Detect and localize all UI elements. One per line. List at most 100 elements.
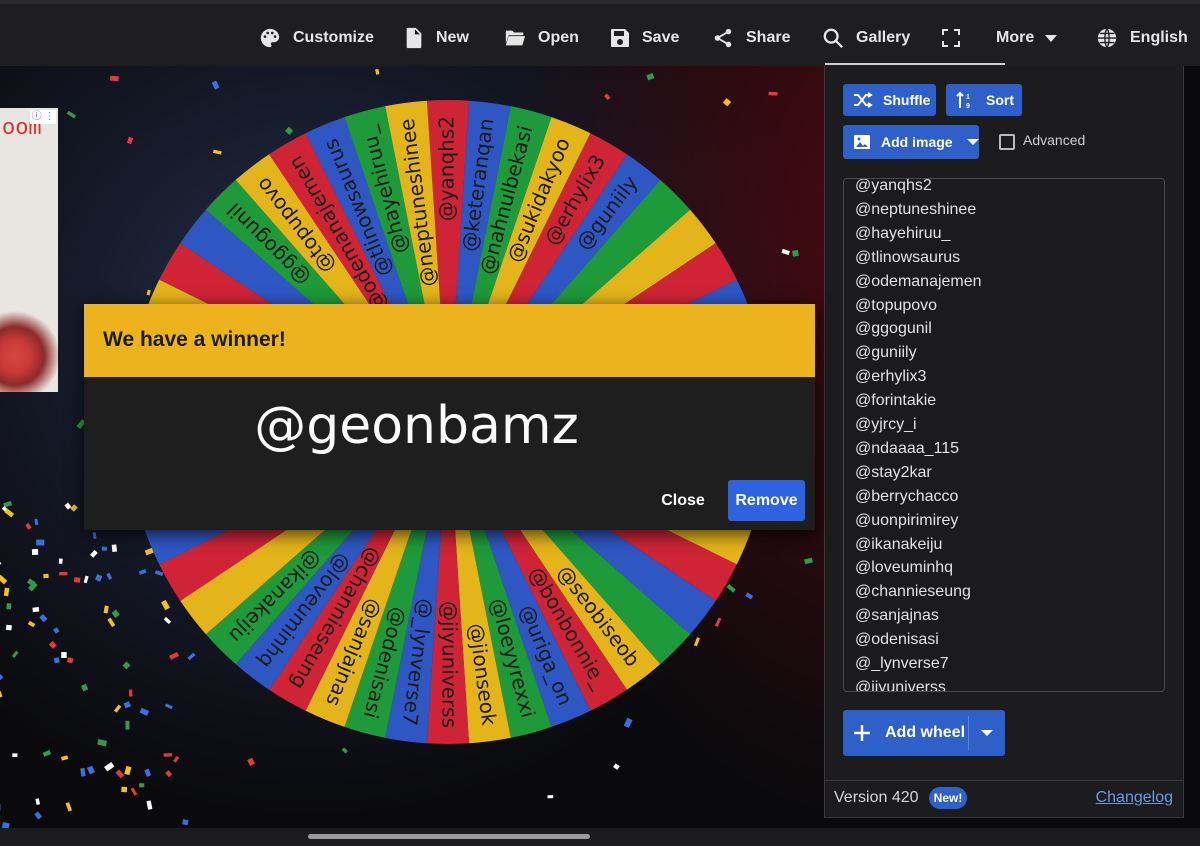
fullscreen-button[interactable] [942, 18, 960, 58]
confetti-piece [34, 811, 43, 820]
more-button[interactable]: More [996, 18, 1058, 58]
confetti-piece [97, 739, 108, 747]
confetti-piece [161, 599, 170, 611]
confetti-piece [31, 548, 39, 556]
open-button[interactable]: Open [504, 18, 579, 58]
confetti-piece [714, 617, 722, 627]
entry-line: @hayehiruu_ [855, 224, 951, 242]
entry-line: @topupovo [855, 296, 938, 314]
remove-button[interactable]: Remove [728, 480, 805, 521]
confetti-piece [144, 768, 152, 777]
folder-open-icon [505, 30, 526, 46]
entries-textarea[interactable]: @yanqhs2 @neptuneshinee @hayehiruu_ @tlinow… [843, 178, 1165, 692]
entry-line: @berrychacco [855, 487, 959, 505]
entry-line: @tlinowsaurus [855, 248, 961, 266]
svg-text:9: 9 [966, 103, 970, 109]
advanced-checkbox[interactable] [999, 134, 1015, 150]
floppy-disk-icon [611, 29, 629, 47]
confetti-piece [128, 689, 133, 697]
confetti-piece [11, 650, 19, 659]
share-label: Share [746, 29, 791, 46]
confetti-piece [73, 577, 81, 583]
ad-image [0, 302, 58, 392]
advanced-label: Advanced [1023, 132, 1086, 148]
confetti-piece [792, 249, 799, 257]
confetti-piece [43, 573, 49, 579]
advertisement[interactable]: oom ⓘ ⋮ [0, 108, 58, 392]
entry-line: @_lynverse7 [855, 655, 949, 672]
confetti-piece [103, 605, 109, 614]
add-image-button[interactable]: Add image [843, 125, 979, 159]
confetti-piece [111, 609, 120, 618]
confetti-piece [130, 787, 138, 796]
customize-button[interactable]: Customize [259, 18, 374, 58]
globe-icon [1097, 28, 1117, 48]
confetti-piece [604, 93, 611, 101]
close-button[interactable]: Close [650, 481, 716, 521]
wheel-label: @jiyuniverss [438, 601, 462, 728]
confetti-piece [101, 546, 108, 551]
confetti-piece [768, 91, 778, 96]
wheel-label: @yanqhs2 [435, 116, 459, 221]
entries-panel: Shuffle 19 Sort Add image Advanced @yanq… [824, 63, 1184, 818]
confetti-piece [173, 755, 180, 763]
confetti-piece [163, 616, 172, 625]
confetti-piece [61, 652, 67, 658]
confetti-piece [60, 755, 69, 761]
confetti-piece [80, 683, 89, 692]
confetti-piece [39, 613, 48, 623]
confetti-piece [182, 819, 189, 826]
sort-button[interactable]: 19 Sort [946, 84, 1022, 116]
confetti-piece [165, 770, 173, 778]
confetti-piece [123, 701, 131, 709]
add-wheel-label: Add wheel [885, 724, 966, 741]
palette-icon [260, 28, 280, 48]
entry-line: @jiyuniverss [855, 678, 946, 692]
confetti-piece [86, 765, 96, 775]
image-icon [854, 135, 870, 149]
bottom-bar [0, 828, 1200, 846]
changelog-link[interactable]: Changelog [1096, 789, 1173, 807]
dialog-header: We have a winner! [84, 304, 815, 377]
confetti-piece [70, 504, 78, 512]
confetti-piece [0, 574, 8, 585]
entry-line: @channieseung [855, 583, 971, 601]
confetti-piece [126, 136, 134, 145]
entry-line: @uonpirimirey [855, 511, 959, 529]
sort-label: Sort [986, 92, 1014, 108]
add-wheel-button[interactable]: Add wheel [843, 710, 1005, 756]
confetti-piece [125, 720, 130, 730]
confetti-piece [110, 75, 119, 82]
caret-down-icon[interactable] [981, 729, 993, 737]
new-button[interactable]: New [404, 18, 469, 58]
save-button[interactable]: Save [610, 18, 679, 58]
confetti-piece [726, 583, 736, 593]
gallery-button[interactable]: Gallery [822, 18, 910, 58]
confetti-piece [42, 749, 52, 757]
confetti-piece [80, 767, 86, 777]
confetti-piece [284, 126, 294, 135]
language-button[interactable]: English [1096, 18, 1188, 58]
confetti-piece [693, 637, 700, 647]
confetti-piece [623, 717, 633, 728]
share-button[interactable]: Share [712, 18, 790, 58]
entry-line: @neptuneshinee [855, 200, 977, 218]
confetti-piece [53, 627, 60, 634]
confetti-piece [121, 786, 128, 793]
shuffle-button[interactable]: Shuffle [843, 84, 936, 116]
confetti-piece [139, 783, 145, 788]
confetti-piece [138, 569, 147, 575]
confetti-piece [48, 640, 57, 649]
confetti-piece [341, 747, 348, 754]
ad-info-icon[interactable]: ⓘ ⋮ [30, 110, 56, 124]
confetti-piece [12, 753, 18, 758]
confetti-piece [5, 624, 12, 631]
entry-line: @guniily [855, 344, 917, 362]
confetti-piece [3, 587, 10, 597]
home-indicator [308, 834, 590, 839]
entry-line: @loveuminhq [855, 559, 954, 577]
confetti-piece [124, 765, 132, 776]
confetti-piece [58, 558, 63, 564]
new-badge: New! [929, 787, 967, 809]
confetti-piece [781, 248, 790, 256]
